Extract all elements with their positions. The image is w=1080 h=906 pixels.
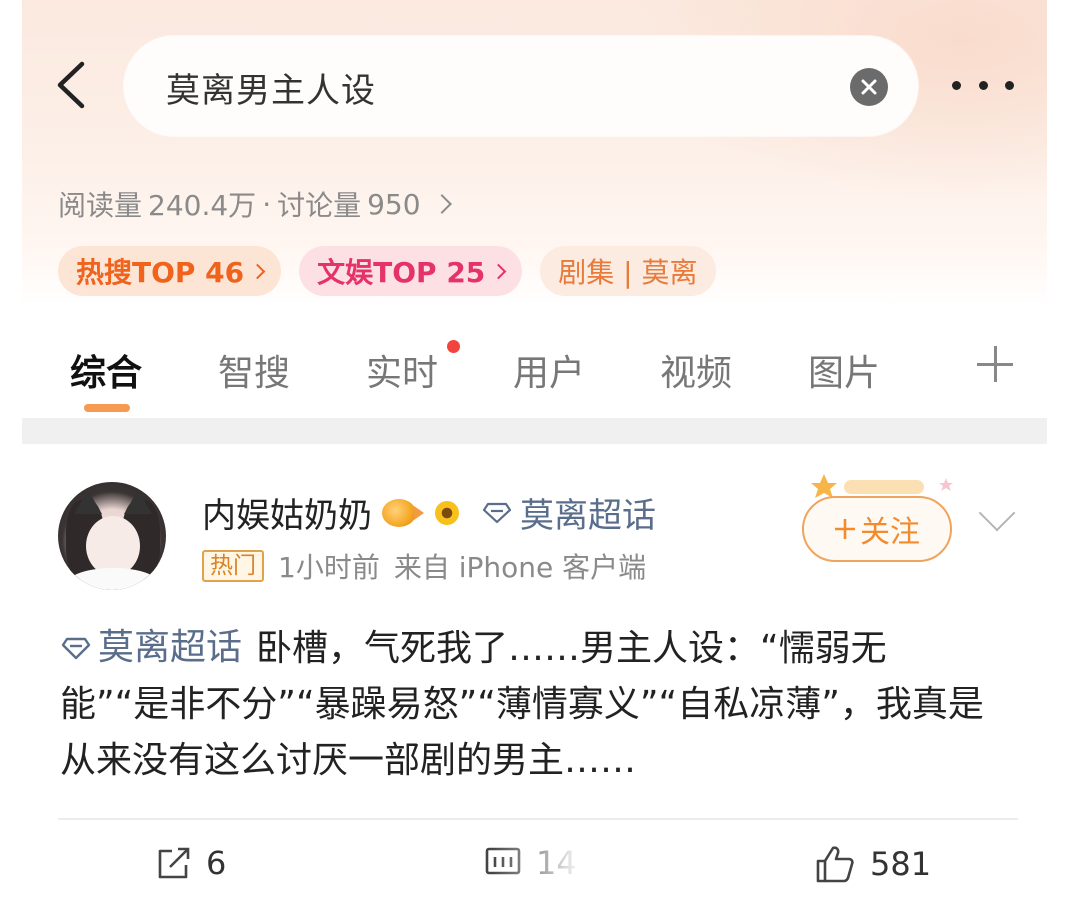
search-input[interactable]: 莫离男主人设: [124, 36, 918, 136]
drama-tag[interactable]: 剧集 | 莫离: [540, 246, 716, 296]
clear-icon: [861, 79, 877, 95]
reads-label: 阅读量: [58, 189, 143, 222]
topic-stats[interactable]: 阅读量 240.4万 · 讨论量 950: [58, 184, 452, 224]
back-icon: [57, 61, 85, 109]
more-icon-dot: [952, 80, 961, 90]
content-topic-link[interactable]: 莫离超话: [60, 620, 242, 676]
tab-users[interactable]: 用户: [513, 344, 585, 396]
like-icon: [816, 846, 854, 883]
discuss-label: 讨论量: [277, 189, 362, 222]
search-query-text: 莫离男主人设: [166, 71, 376, 111]
back-button[interactable]: [52, 60, 92, 110]
repost-icon: [158, 847, 190, 879]
more-icon-dot: [978, 80, 988, 90]
tag-label: 文娱TOP 25: [317, 256, 486, 289]
chevron-down-icon[interactable]: [978, 494, 1016, 532]
post-time: 1小时前: [278, 551, 380, 584]
active-tab-indicator: [84, 404, 130, 412]
post-card: 内娱姑奶奶 莫离超话 热门 1小时前 来自 iPhone 客户端 关注 莫离超话…: [22, 444, 1047, 906]
plus-icon: [835, 519, 855, 539]
fish-emoji-icon: [382, 498, 424, 527]
post-source: 来自 iPhone 客户端: [393, 551, 647, 584]
sunflower-emoji-icon: [432, 498, 462, 528]
discuss-value: 950: [367, 187, 421, 221]
tab-comprehensive[interactable]: 综合: [70, 344, 142, 396]
like-button[interactable]: 581: [814, 844, 931, 884]
repost-count: 6: [206, 844, 227, 882]
hot-search-tag[interactable]: 热搜TOP 46: [58, 246, 282, 296]
stats-separator: ·: [262, 187, 272, 221]
tag-label: 热搜TOP 46: [76, 256, 245, 289]
follow-label: 关注: [860, 515, 920, 550]
username[interactable]: 内娱姑奶奶: [202, 488, 372, 537]
like-count: 581: [870, 845, 932, 883]
diamond-topic-icon: [482, 502, 512, 523]
section-divider: [22, 418, 1047, 444]
plus-icon[interactable]: [977, 346, 1013, 382]
tab-images[interactable]: 图片: [808, 344, 880, 396]
tab-realtime[interactable]: 实时: [366, 344, 438, 396]
diamond-topic-icon: [61, 637, 91, 660]
tab-videos[interactable]: 视频: [660, 344, 732, 396]
super-topic-link[interactable]: 莫离超话: [482, 488, 656, 537]
post-actions: 6 14 581: [22, 836, 1047, 896]
clear-search-button[interactable]: [850, 68, 888, 106]
realtime-notification-dot: [447, 340, 460, 353]
post-author-row: 内娱姑奶奶 莫离超话: [202, 488, 656, 537]
chevron-right-icon: [431, 194, 452, 214]
post-meta: 热门 1小时前 来自 iPhone 客户端: [202, 546, 646, 586]
content-topic-label: 莫离超话: [98, 627, 243, 668]
hot-badge: 热门: [202, 550, 264, 582]
more-icon-dot: [1005, 80, 1014, 90]
chevron-right-icon: [249, 263, 266, 279]
reads-value: 240.4万: [148, 189, 257, 222]
tab-smart-search[interactable]: 智搜: [218, 344, 290, 396]
fade-overlay: [492, 836, 642, 896]
post-divider: [58, 818, 1018, 820]
tag-label: 剧集 | 莫离: [558, 256, 698, 289]
avatar[interactable]: [58, 482, 166, 590]
search-tabs: 综合 智搜 实时 用户 视频 图片: [22, 330, 1047, 420]
follow-button[interactable]: 关注: [802, 496, 952, 562]
topic-tags: 热搜TOP 46 文娱TOP 25 剧集 | 莫离: [58, 246, 716, 296]
post-content[interactable]: 莫离超话 卧槽，气死我了……男主人设：“懦弱无能”“是非不分”“暴躁易怒”“薄情…: [60, 620, 990, 789]
super-topic-label: 莫离超话: [520, 496, 656, 536]
chevron-right-icon: [491, 263, 507, 279]
repost-button[interactable]: 6: [156, 844, 226, 882]
entertainment-tag[interactable]: 文娱TOP 25: [299, 246, 523, 296]
more-button[interactable]: [952, 70, 1014, 100]
